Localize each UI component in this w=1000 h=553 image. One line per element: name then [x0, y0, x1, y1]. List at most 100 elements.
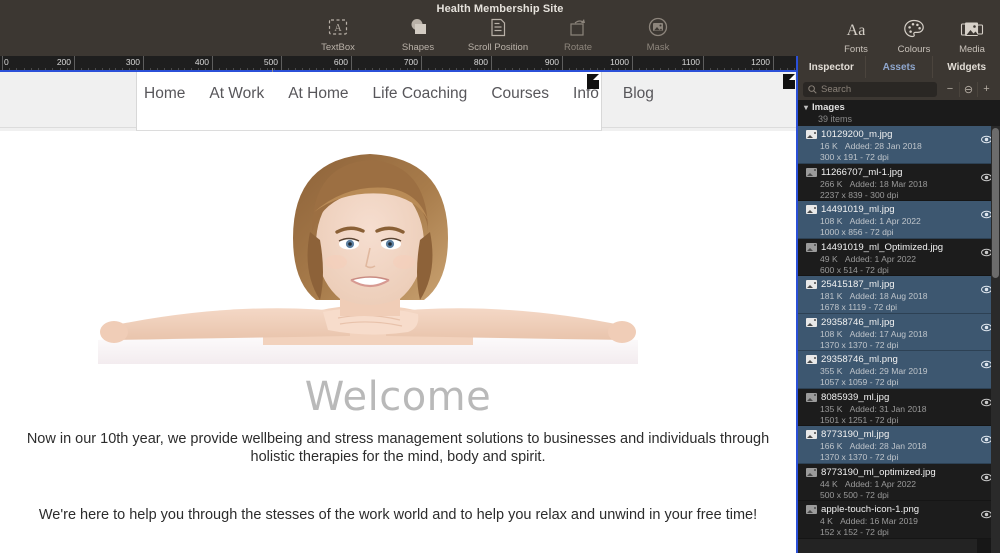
asset-meta-line-1: 166 K Added: 28 Jan 2018: [820, 441, 994, 451]
canvas-header-divider-left: [0, 127, 136, 128]
asset-dimensions: 1057 x 1059 - 72 dpi: [820, 377, 899, 387]
asset-row[interactable]: 14491019_ml_Optimized.jpg 49 K Added: 1 A…: [798, 238, 1000, 276]
asset-name-row: 11266707_ml-1.jpg: [806, 167, 994, 178]
asset-name-row: 8773190_ml.jpg: [806, 429, 994, 440]
toolbar-right-group: Aa Fonts Colours Media: [836, 18, 992, 55]
ruler-label: 800: [473, 57, 488, 67]
search-icon: [808, 84, 817, 94]
asset-filesize: 16 K: [820, 141, 838, 151]
asset-filename: 11266707_ml-1.jpg: [821, 166, 903, 178]
nav-link-home[interactable]: Home: [144, 85, 185, 103]
asset-added-date: Added: 29 Mar 2019: [849, 366, 928, 376]
toolbar-button-colours[interactable]: Colours: [894, 18, 934, 55]
scroll-position-icon: [489, 16, 507, 38]
hero-image[interactable]: [88, 140, 648, 364]
image-thumbnail-icon: [806, 505, 817, 514]
remove-asset-button[interactable]: −: [941, 82, 959, 97]
top-toolbar: Health Membership Site A TextBox Shapes …: [0, 0, 1000, 56]
scrollbar-thumb[interactable]: [992, 128, 999, 278]
app-window: Health Membership Site A TextBox Shapes …: [0, 0, 1000, 553]
asset-name-row: 14491019_ml.jpg: [806, 204, 994, 215]
asset-row[interactable]: 10129200_m.jpg 16 K Added: 28 Jan 2018 300…: [798, 126, 1000, 164]
page-marker-icon-2[interactable]: [783, 74, 795, 89]
asset-dimensions: 600 x 514 - 72 dpi: [820, 264, 889, 275]
asset-meta-line-1: 44 K Added: 1 Apr 2022: [820, 479, 994, 489]
asset-meta-line-1: 108 K Added: 17 Aug 2018: [820, 329, 994, 339]
toolbar-center-group: A TextBox Shapes Scroll Position Rotate …: [310, 16, 686, 53]
image-thumbnail-icon: [806, 205, 817, 214]
toolbar-label-colours: Colours: [897, 44, 931, 55]
tab-inspector[interactable]: Inspector: [798, 56, 866, 78]
toolbar-label-scroll-position: Scroll Position: [467, 42, 529, 53]
svg-text:A: A: [334, 23, 342, 34]
site-navigation-bar[interactable]: Home At Work At Home Life Coaching Courses In…: [136, 72, 654, 131]
tab-assets[interactable]: Assets: [866, 56, 934, 78]
search-input[interactable]: Search: [803, 81, 937, 97]
asset-row[interactable]: 25415187_ml.jpg 181 K Added: 18 Aug 2018 1…: [798, 276, 1000, 314]
asset-group-header[interactable]: ▾ Images 39 items: [798, 100, 1000, 126]
nav-link-at-work[interactable]: At Work: [209, 85, 264, 103]
ruler-label: 300: [125, 57, 140, 67]
asset-name-row: apple-touch-icon-1.png: [806, 504, 994, 515]
asset-row[interactable]: 8773190_ml_optimized.jpg 44 K Added: 1 Ap…: [798, 463, 1000, 501]
image-thumbnail-icon: [806, 467, 817, 477]
toolbar-button-shapes[interactable]: Shapes: [390, 16, 446, 53]
nav-link-blog[interactable]: Blog: [623, 85, 654, 103]
panel-search-bar: Search − ⊖ +: [798, 78, 1000, 100]
asset-row[interactable]: 8085939_ml.jpg 135 K Added: 31 Jan 2018 15…: [798, 388, 1000, 426]
asset-row[interactable]: 29358746_ml.jpg 108 K Added: 17 Aug 2018 1…: [798, 313, 1000, 351]
nav-link-life-coaching[interactable]: Life Coaching: [373, 85, 468, 103]
asset-filesize: 4 K: [820, 516, 833, 526]
asset-name-row: 10129200_m.jpg: [806, 129, 994, 140]
colours-palette-icon: [903, 18, 925, 40]
image-thumbnail-icon: [806, 430, 817, 439]
asset-list[interactable]: 10129200_m.jpg 16 K Added: 28 Jan 2018 300…: [798, 126, 1000, 553]
tab-widgets[interactable]: Widgets: [933, 56, 1000, 78]
asset-action-buttons: − ⊖ +: [941, 81, 995, 97]
asset-row[interactable]: 14491019_ml.jpg 108 K Added: 1 Apr 2022 10…: [798, 201, 1000, 239]
toolbar-button-mask[interactable]: Mask: [630, 16, 686, 53]
toolbar-button-media[interactable]: Media: [952, 18, 992, 55]
asset-row[interactable]: apple-touch-icon-1.png 4 K Added: 16 Mar …: [798, 501, 1000, 539]
shapes-icon: [407, 16, 429, 38]
toolbar-button-textbox[interactable]: A TextBox: [310, 16, 366, 53]
nav-link-courses[interactable]: Courses: [491, 85, 549, 103]
page-title: Welcome: [304, 374, 492, 420]
asset-row[interactable]: 29358746_ml.png 355 K Added: 29 Mar 2019 1…: [798, 351, 1000, 389]
asset-row[interactable]: 11266707_ml-1.jpg 266 K Added: 18 Mar 201…: [798, 163, 1000, 201]
asset-dimensions: 1370 x 1370 - 72 dpi: [820, 339, 899, 350]
asset-dimensions: 1370 x 1370 - 72 dpi: [820, 452, 899, 462]
page-marker-icon-1[interactable]: [587, 74, 599, 89]
asset-added-date: Added: 28 Jan 2018: [849, 441, 927, 451]
image-thumbnail-icon: [806, 355, 817, 364]
asset-added-date: Added: 28 Jan 2018: [844, 141, 922, 151]
toolbar-label-textbox: TextBox: [321, 42, 355, 53]
canvas-header-divider-right: [602, 127, 796, 128]
asset-added-date: Added: 17 Aug 2018: [849, 328, 928, 339]
toolbar-button-fonts[interactable]: Aa Fonts: [836, 18, 876, 55]
asset-meta-line-1: 266 K Added: 18 Mar 2018: [820, 179, 994, 189]
add-asset-button[interactable]: +: [977, 81, 995, 97]
image-thumbnail-icon: [806, 392, 817, 402]
intro-paragraph-2: We're here to help you through the stess…: [38, 507, 758, 523]
panel-tab-bar: Inspector Assets Widgets: [798, 56, 1000, 78]
window-title: Health Membership Site: [436, 3, 564, 15]
options-button[interactable]: ⊖: [959, 81, 977, 97]
asset-row[interactable]: 8773190_ml.jpg 166 K Added: 28 Jan 2018 13…: [798, 426, 1000, 464]
asset-list-scrollbar[interactable]: [991, 126, 1000, 553]
asset-added-date: Added: 16 Mar 2019: [840, 516, 918, 526]
textbox-icon: A: [328, 16, 348, 38]
chevron-down-icon[interactable]: ▾: [804, 103, 808, 112]
ruler-label: 700: [403, 57, 418, 67]
asset-name-row: 29358746_ml.png: [806, 354, 994, 365]
asset-added-date: Added: 1 Apr 2022: [849, 216, 921, 226]
asset-filesize: 181 K: [820, 291, 843, 301]
nav-link-at-home[interactable]: At Home: [288, 85, 348, 103]
asset-filename: 29358746_ml.jpg: [821, 316, 895, 328]
asset-name-row: 29358746_ml.jpg: [806, 317, 994, 328]
toolbar-button-rotate[interactable]: Rotate: [550, 16, 606, 53]
toolbar-button-scroll-position[interactable]: Scroll Position: [467, 16, 529, 53]
design-canvas[interactable]: Home At Work At Home Life Coaching Courses In…: [0, 72, 796, 553]
asset-filesize: 108 K: [820, 328, 843, 339]
asset-dimensions: 300 x 191 - 72 dpi: [820, 152, 889, 162]
